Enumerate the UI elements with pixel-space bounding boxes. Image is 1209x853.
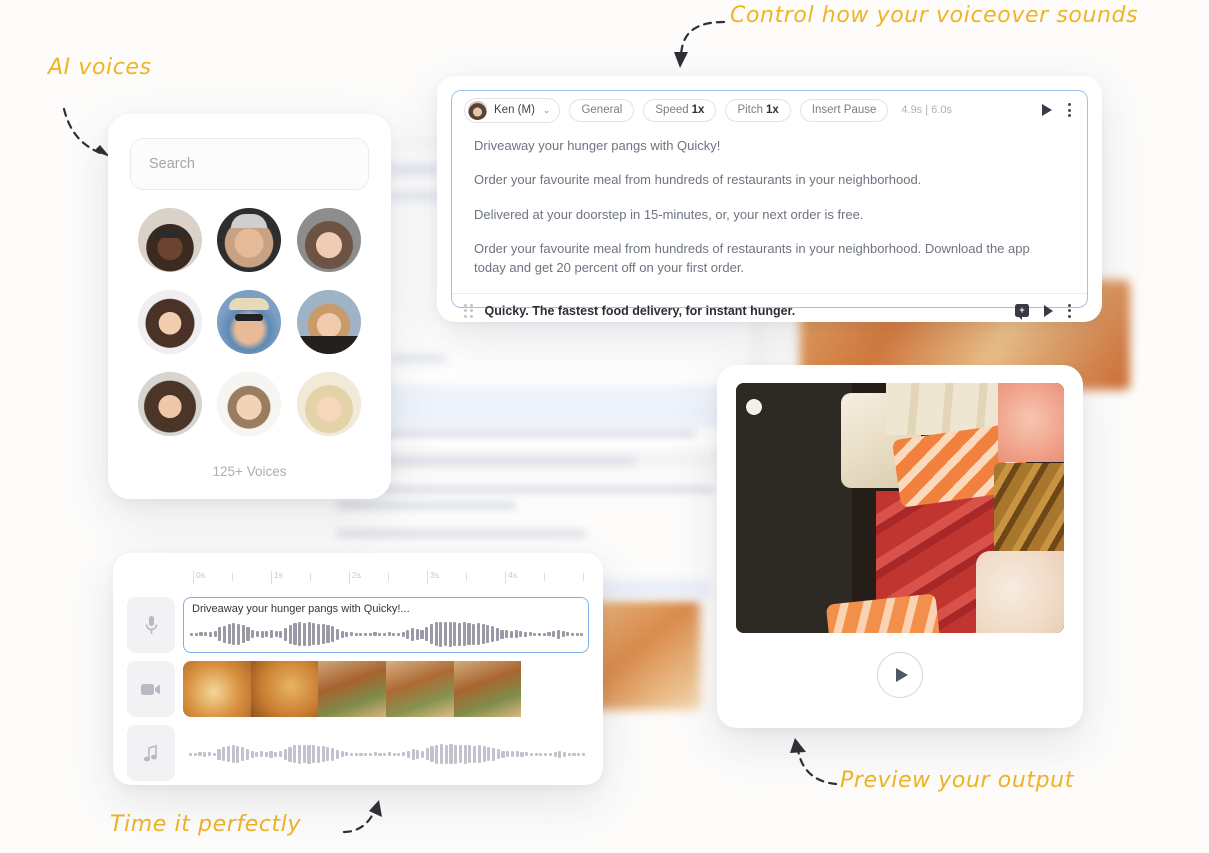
voices-panel: Search 125+ Voices xyxy=(108,114,391,499)
microphone-icon[interactable] xyxy=(127,597,175,653)
preview-card xyxy=(717,365,1083,728)
timeline-ruler[interactable]: 0s 1s 2s 3s 4s xyxy=(193,567,589,587)
video-clip[interactable] xyxy=(183,661,589,717)
duration-label: 4.9s | 6.0s xyxy=(901,104,952,116)
timeline-track-audio: Driveaway your hunger pangs with Quicky!… xyxy=(127,597,589,653)
audio-clip[interactable]: Driveaway your hunger pangs with Quicky!… xyxy=(183,597,589,653)
voice-avatar-7[interactable] xyxy=(137,372,202,436)
script-editor-frame: Ken (M) ⌄ General Speed 1x Pitch 1x Inse… xyxy=(451,90,1088,321)
voice-avatar-2[interactable] xyxy=(217,208,282,272)
script-text-body[interactable]: Driveaway your hunger pangs with Quicky!… xyxy=(452,129,1087,293)
preview-image xyxy=(736,383,1064,633)
line-more-options-icon[interactable] xyxy=(1068,303,1071,318)
voice-avatar-4[interactable] xyxy=(137,290,202,354)
voice-avatar-9[interactable] xyxy=(297,372,362,436)
chip-pitch-label: Pitch xyxy=(737,104,764,116)
toolbar-actions xyxy=(1042,103,1075,117)
voice-avatar-1[interactable] xyxy=(137,208,202,272)
background-app-row xyxy=(600,580,710,598)
add-comment-icon[interactable]: + xyxy=(1015,304,1029,321)
annotation-preview-output: Preview your output xyxy=(840,768,1074,793)
chip-insert-pause[interactable]: Insert Pause xyxy=(799,98,889,122)
comment-badge: + xyxy=(1019,305,1025,316)
chip-pitch[interactable]: Pitch 1x xyxy=(725,98,791,122)
chip-general[interactable]: General xyxy=(569,98,635,122)
music-clip[interactable] xyxy=(183,725,589,781)
timeline-track-video xyxy=(127,661,589,717)
ruler-label: 2s xyxy=(352,570,361,580)
voice-avatar-3[interactable] xyxy=(297,208,362,272)
play-icon[interactable] xyxy=(1042,104,1052,116)
script-paragraph: Driveaway your hunger pangs with Quicky! xyxy=(474,138,721,153)
ruler-label: 4s xyxy=(508,570,517,580)
annotation-ai-voices: AI voices xyxy=(48,55,152,80)
play-line-icon[interactable] xyxy=(1044,304,1053,317)
search-placeholder: Search xyxy=(149,156,195,172)
play-icon xyxy=(895,668,908,682)
chip-speed-value: 1x xyxy=(691,104,705,116)
chip-pitch-value: 1x xyxy=(766,104,779,116)
script-footer-row: Quicky. The fastest food delivery, for i… xyxy=(452,293,1087,327)
video-filmstrip xyxy=(183,661,589,717)
ruler-label: 3s xyxy=(430,570,439,580)
annotation-arrow-preview-output xyxy=(790,738,838,786)
audio-waveform xyxy=(190,621,584,647)
script-paragraph: Order your favourite meal from hundreds … xyxy=(474,172,922,188)
voice-name-label: Ken (M) xyxy=(494,104,535,116)
annotation-arrow-time-it xyxy=(342,800,382,834)
chip-speed[interactable]: Speed 1x xyxy=(643,98,717,122)
script-paragraph: Delivered at your doorstep in 15-minutes… xyxy=(474,206,864,222)
voice-avatar-icon xyxy=(468,100,487,120)
annotation-time-it: Time it perfectly xyxy=(110,812,302,837)
more-options-icon[interactable] xyxy=(1068,103,1071,117)
audio-clip-label: Driveaway your hunger pangs with Quicky!… xyxy=(192,603,410,615)
video-camera-icon[interactable] xyxy=(127,661,175,717)
chevron-down-icon: ⌄ xyxy=(542,104,551,115)
voice-selector[interactable]: Ken (M) ⌄ xyxy=(464,97,561,123)
chip-insert-pause-label: Insert Pause xyxy=(811,104,877,116)
script-editor-card: Ken (M) ⌄ General Speed 1x Pitch 1x Inse… xyxy=(437,76,1102,322)
annotation-arrow-control-voiceover xyxy=(674,20,726,68)
timeline-track-music xyxy=(127,725,589,781)
script-toolbar: Ken (M) ⌄ General Speed 1x Pitch 1x Inse… xyxy=(452,91,1087,129)
voice-avatar-6[interactable] xyxy=(297,290,362,354)
music-note-icon[interactable] xyxy=(127,725,175,781)
voice-avatar-grid xyxy=(130,208,369,436)
ruler-label: 0s xyxy=(196,570,205,580)
preview-play-button[interactable] xyxy=(877,652,923,698)
search-input[interactable]: Search xyxy=(130,138,369,190)
background-app-toolbar xyxy=(330,385,750,427)
page-root: AI voices Control how your voiceover sou… xyxy=(0,0,1209,853)
timeline-card: 0s 1s 2s 3s 4s Driveaway your hunger pan… xyxy=(113,553,603,785)
annotation-control-voiceover: Control how your voiceover sounds xyxy=(730,3,1139,28)
footer-actions: + xyxy=(1015,303,1075,321)
chip-general-label: General xyxy=(581,104,623,116)
drag-handle-icon[interactable] xyxy=(464,303,473,318)
voices-count-label: 125+ Voices xyxy=(212,464,287,479)
music-waveform xyxy=(189,741,586,767)
background-app-text xyxy=(336,430,741,565)
voice-avatar-5[interactable] xyxy=(217,290,282,354)
footer-script-line: Quicky. The fastest food delivery, for i… xyxy=(484,303,796,318)
voice-avatar-8[interactable] xyxy=(217,372,282,436)
chip-speed-label: Speed xyxy=(655,104,689,116)
script-paragraph: Order your favourite meal from hundreds … xyxy=(474,241,1030,275)
ruler-label: 1s xyxy=(274,570,283,580)
